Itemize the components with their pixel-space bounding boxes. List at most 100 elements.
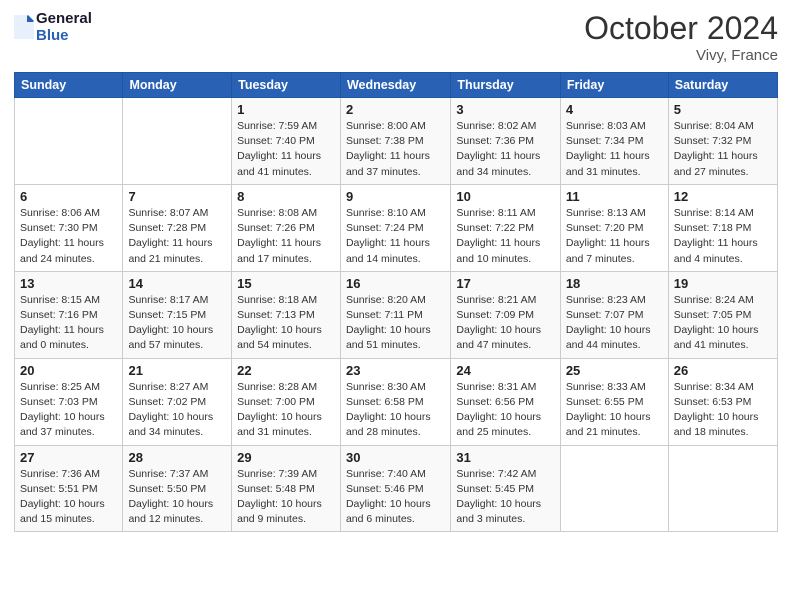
- day-cell: 27 Sunrise: 7:36 AMSunset: 5:51 PMDaylig…: [15, 445, 123, 532]
- day-info: Sunrise: 8:21 AMSunset: 7:09 PMDaylight:…: [456, 293, 554, 354]
- day-info: Sunrise: 8:33 AMSunset: 6:55 PMDaylight:…: [566, 380, 663, 441]
- day-info: Sunrise: 8:07 AMSunset: 7:28 PMDaylight:…: [128, 206, 226, 267]
- day-info: Sunrise: 8:27 AMSunset: 7:02 PMDaylight:…: [128, 380, 226, 441]
- day-number: 11: [566, 189, 663, 204]
- day-info: Sunrise: 8:04 AMSunset: 7:32 PMDaylight:…: [674, 119, 772, 180]
- day-info: Sunrise: 8:31 AMSunset: 6:56 PMDaylight:…: [456, 380, 554, 441]
- day-info: Sunrise: 8:00 AMSunset: 7:38 PMDaylight:…: [346, 119, 445, 180]
- day-info: Sunrise: 8:03 AMSunset: 7:34 PMDaylight:…: [566, 119, 663, 180]
- day-number: 10: [456, 189, 554, 204]
- day-number: 18: [566, 276, 663, 291]
- day-info: Sunrise: 8:24 AMSunset: 7:05 PMDaylight:…: [674, 293, 772, 354]
- day-number: 2: [346, 102, 445, 117]
- day-info: Sunrise: 7:39 AMSunset: 5:48 PMDaylight:…: [237, 467, 335, 528]
- day-cell: [560, 445, 668, 532]
- day-cell: 21 Sunrise: 8:27 AMSunset: 7:02 PMDaylig…: [123, 358, 232, 445]
- day-number: 24: [456, 363, 554, 378]
- day-cell: 20 Sunrise: 8:25 AMSunset: 7:03 PMDaylig…: [15, 358, 123, 445]
- weekday-monday: Monday: [123, 73, 232, 98]
- day-number: 27: [20, 450, 117, 465]
- logo-svg: [14, 15, 34, 39]
- day-info: Sunrise: 8:15 AMSunset: 7:16 PMDaylight:…: [20, 293, 117, 354]
- day-cell: [123, 98, 232, 185]
- day-number: 20: [20, 363, 117, 378]
- day-number: 19: [674, 276, 772, 291]
- day-cell: 25 Sunrise: 8:33 AMSunset: 6:55 PMDaylig…: [560, 358, 668, 445]
- week-row-3: 13 Sunrise: 8:15 AMSunset: 7:16 PMDaylig…: [15, 271, 778, 358]
- day-cell: 28 Sunrise: 7:37 AMSunset: 5:50 PMDaylig…: [123, 445, 232, 532]
- day-number: 3: [456, 102, 554, 117]
- day-cell: 6 Sunrise: 8:06 AMSunset: 7:30 PMDayligh…: [15, 184, 123, 271]
- day-info: Sunrise: 8:10 AMSunset: 7:24 PMDaylight:…: [346, 206, 445, 267]
- day-cell: 18 Sunrise: 8:23 AMSunset: 7:07 PMDaylig…: [560, 271, 668, 358]
- day-info: Sunrise: 8:14 AMSunset: 7:18 PMDaylight:…: [674, 206, 772, 267]
- header: General Blue October 2024 Vivy, France: [14, 10, 778, 64]
- day-number: 26: [674, 363, 772, 378]
- day-number: 12: [674, 189, 772, 204]
- weekday-header-row: SundayMondayTuesdayWednesdayThursdayFrid…: [15, 73, 778, 98]
- day-info: Sunrise: 7:40 AMSunset: 5:46 PMDaylight:…: [346, 467, 445, 528]
- day-number: 25: [566, 363, 663, 378]
- day-info: Sunrise: 8:23 AMSunset: 7:07 PMDaylight:…: [566, 293, 663, 354]
- week-row-5: 27 Sunrise: 7:36 AMSunset: 5:51 PMDaylig…: [15, 445, 778, 532]
- title-block: October 2024 Vivy, France: [584, 10, 778, 64]
- day-cell: 7 Sunrise: 8:07 AMSunset: 7:28 PMDayligh…: [123, 184, 232, 271]
- day-cell: 1 Sunrise: 7:59 AMSunset: 7:40 PMDayligh…: [232, 98, 341, 185]
- day-cell: 4 Sunrise: 8:03 AMSunset: 7:34 PMDayligh…: [560, 98, 668, 185]
- day-number: 1: [237, 102, 335, 117]
- day-cell: 23 Sunrise: 8:30 AMSunset: 6:58 PMDaylig…: [340, 358, 450, 445]
- day-cell: [668, 445, 777, 532]
- week-row-2: 6 Sunrise: 8:06 AMSunset: 7:30 PMDayligh…: [15, 184, 778, 271]
- weekday-sunday: Sunday: [15, 73, 123, 98]
- day-info: Sunrise: 7:42 AMSunset: 5:45 PMDaylight:…: [456, 467, 554, 528]
- location: Vivy, France: [584, 47, 778, 64]
- day-cell: 19 Sunrise: 8:24 AMSunset: 7:05 PMDaylig…: [668, 271, 777, 358]
- day-info: Sunrise: 8:34 AMSunset: 6:53 PMDaylight:…: [674, 380, 772, 441]
- day-cell: 8 Sunrise: 8:08 AMSunset: 7:26 PMDayligh…: [232, 184, 341, 271]
- day-info: Sunrise: 8:20 AMSunset: 7:11 PMDaylight:…: [346, 293, 445, 354]
- day-cell: 9 Sunrise: 8:10 AMSunset: 7:24 PMDayligh…: [340, 184, 450, 271]
- day-cell: 15 Sunrise: 8:18 AMSunset: 7:13 PMDaylig…: [232, 271, 341, 358]
- day-number: 28: [128, 450, 226, 465]
- day-number: 14: [128, 276, 226, 291]
- day-cell: 31 Sunrise: 7:42 AMSunset: 5:45 PMDaylig…: [451, 445, 560, 532]
- weekday-thursday: Thursday: [451, 73, 560, 98]
- day-number: 22: [237, 363, 335, 378]
- logo-blue: Blue: [36, 27, 92, 44]
- day-cell: 14 Sunrise: 8:17 AMSunset: 7:15 PMDaylig…: [123, 271, 232, 358]
- page: General Blue October 2024 Vivy, France S…: [0, 0, 792, 612]
- day-cell: 16 Sunrise: 8:20 AMSunset: 7:11 PMDaylig…: [340, 271, 450, 358]
- weekday-saturday: Saturday: [668, 73, 777, 98]
- day-info: Sunrise: 8:25 AMSunset: 7:03 PMDaylight:…: [20, 380, 117, 441]
- day-number: 17: [456, 276, 554, 291]
- month-title: October 2024: [584, 10, 778, 47]
- day-number: 13: [20, 276, 117, 291]
- day-info: Sunrise: 8:08 AMSunset: 7:26 PMDaylight:…: [237, 206, 335, 267]
- day-info: Sunrise: 8:28 AMSunset: 7:00 PMDaylight:…: [237, 380, 335, 441]
- day-info: Sunrise: 8:30 AMSunset: 6:58 PMDaylight:…: [346, 380, 445, 441]
- day-cell: 29 Sunrise: 7:39 AMSunset: 5:48 PMDaylig…: [232, 445, 341, 532]
- day-cell: 3 Sunrise: 8:02 AMSunset: 7:36 PMDayligh…: [451, 98, 560, 185]
- day-number: 30: [346, 450, 445, 465]
- day-info: Sunrise: 8:06 AMSunset: 7:30 PMDaylight:…: [20, 206, 117, 267]
- day-cell: 22 Sunrise: 8:28 AMSunset: 7:00 PMDaylig…: [232, 358, 341, 445]
- weekday-tuesday: Tuesday: [232, 73, 341, 98]
- logo: General Blue: [14, 10, 92, 45]
- week-row-1: 1 Sunrise: 7:59 AMSunset: 7:40 PMDayligh…: [15, 98, 778, 185]
- day-number: 23: [346, 363, 445, 378]
- day-cell: 26 Sunrise: 8:34 AMSunset: 6:53 PMDaylig…: [668, 358, 777, 445]
- day-info: Sunrise: 7:59 AMSunset: 7:40 PMDaylight:…: [237, 119, 335, 180]
- day-number: 7: [128, 189, 226, 204]
- day-info: Sunrise: 8:18 AMSunset: 7:13 PMDaylight:…: [237, 293, 335, 354]
- day-number: 6: [20, 189, 117, 204]
- day-number: 5: [674, 102, 772, 117]
- day-cell: 11 Sunrise: 8:13 AMSunset: 7:20 PMDaylig…: [560, 184, 668, 271]
- day-number: 15: [237, 276, 335, 291]
- day-cell: 30 Sunrise: 7:40 AMSunset: 5:46 PMDaylig…: [340, 445, 450, 532]
- logo-general: General: [36, 10, 92, 27]
- day-number: 16: [346, 276, 445, 291]
- day-cell: 24 Sunrise: 8:31 AMSunset: 6:56 PMDaylig…: [451, 358, 560, 445]
- day-cell: 13 Sunrise: 8:15 AMSunset: 7:16 PMDaylig…: [15, 271, 123, 358]
- day-cell: 5 Sunrise: 8:04 AMSunset: 7:32 PMDayligh…: [668, 98, 777, 185]
- weekday-friday: Friday: [560, 73, 668, 98]
